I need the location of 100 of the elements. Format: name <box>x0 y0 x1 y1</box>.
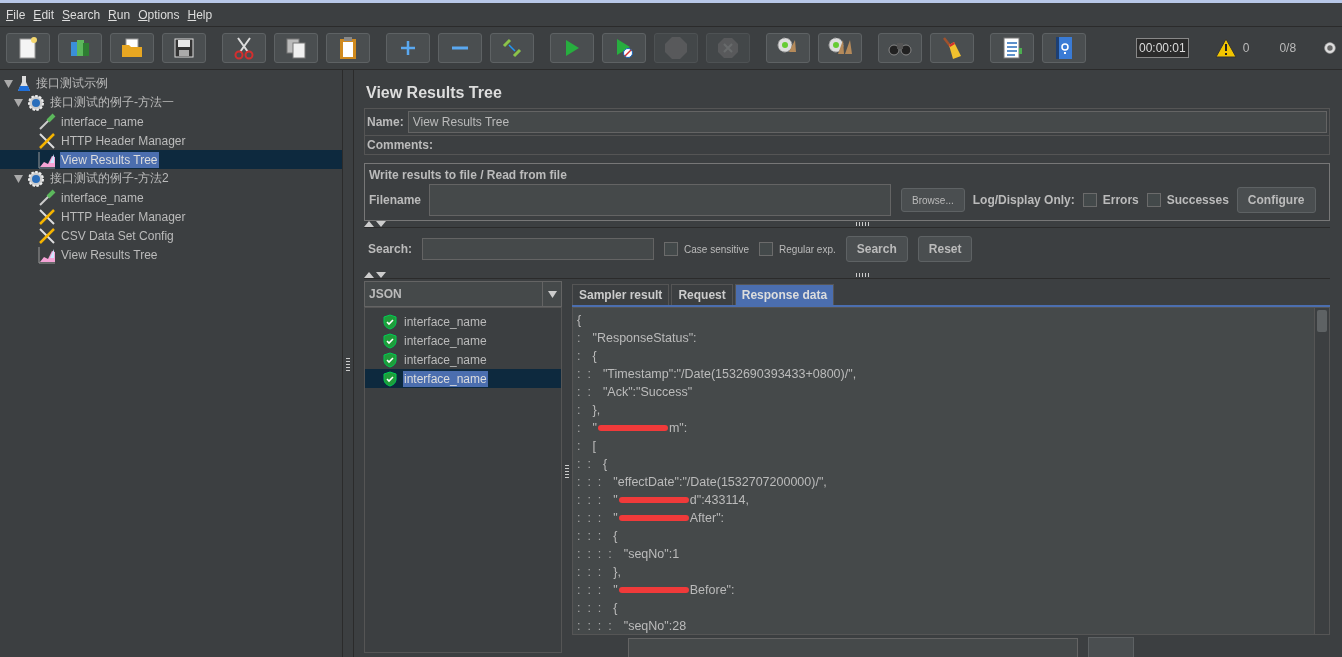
toolbar-button[interactable] <box>110 33 154 63</box>
filename-field[interactable] <box>429 184 892 216</box>
play-icon <box>563 38 581 58</box>
scrollbar-thumb[interactable] <box>1317 310 1327 332</box>
tree-item[interactable]: CSV Data Set Config <box>0 226 342 245</box>
collapse-icon[interactable] <box>4 79 13 88</box>
browse-button[interactable]: Browse... <box>901 188 965 212</box>
shield-check-icon <box>383 332 397 349</box>
tree-item[interactable]: HTTP Header Manager <box>0 207 342 226</box>
chart-icon <box>38 150 56 169</box>
minus-icon <box>452 46 468 50</box>
checkbox-label: Successes <box>1166 193 1229 207</box>
indent-guides: : <box>577 421 581 435</box>
splitter-grip[interactable] <box>856 222 870 226</box>
result-item[interactable]: interface_name <box>365 350 561 369</box>
checkbox[interactable] <box>1082 193 1097 207</box>
code-text: " <box>613 583 618 597</box>
collapse-icon[interactable] <box>14 98 23 107</box>
configure-button[interactable]: Configure <box>1236 187 1316 213</box>
result-item[interactable]: interface_name <box>365 331 561 350</box>
collapse-arrows-icon[interactable] <box>364 221 386 227</box>
pipette-icon <box>38 188 56 207</box>
clipboard-icon <box>337 36 359 60</box>
tab[interactable]: Request <box>671 284 733 305</box>
collapse-arrows-icon[interactable] <box>364 272 386 278</box>
tree-item[interactable]: HTTP Header Manager <box>0 131 342 150</box>
result-item[interactable]: interface_name <box>365 312 561 331</box>
renderer-dropdown[interactable]: JSON <box>364 281 562 307</box>
redaction-mark <box>597 425 668 431</box>
indent-guides: : <box>577 349 581 363</box>
name-field[interactable]: View Results Tree <box>407 111 1327 133</box>
copy-icon <box>285 37 307 59</box>
gear-icon <box>27 169 45 188</box>
indent-guides: : : <box>577 367 591 381</box>
flask-icon <box>17 74 31 93</box>
splitter-grip[interactable] <box>856 273 870 277</box>
menu-item[interactable]: Options <box>136 7 186 22</box>
toolbar-button[interactable] <box>6 33 50 63</box>
menu-item[interactable]: Search <box>60 7 107 22</box>
tab[interactable]: Response data <box>734 284 835 305</box>
checkbox[interactable] <box>759 242 774 256</box>
tools-icon <box>38 131 56 150</box>
checkbox[interactable] <box>1146 193 1161 207</box>
tree-item[interactable]: 接口测试的例子-方法一 <box>0 93 342 112</box>
splitter-grip[interactable] <box>565 464 569 478</box>
redaction-mark <box>618 587 689 593</box>
tree-item[interactable]: 接口测试的例子-方法2 <box>0 169 342 188</box>
indent-guides: : : : <box>577 601 602 615</box>
menu-item[interactable]: File <box>4 7 32 22</box>
indent-guides: : : : : <box>577 619 612 633</box>
code-text: [ <box>592 439 596 453</box>
tree-item[interactable]: interface_name <box>0 188 342 207</box>
toolbar-button[interactable] <box>326 33 370 63</box>
redaction-mark <box>618 515 689 521</box>
folder-icon <box>120 38 144 58</box>
input-field[interactable] <box>628 638 1078 657</box>
checkbox[interactable] <box>664 242 679 256</box>
play-icon <box>614 37 634 59</box>
reset-button[interactable]: Reset <box>917 236 973 262</box>
indent-guides: : <box>577 403 581 417</box>
tree-item[interactable]: View Results Tree <box>0 150 342 169</box>
toolbar-button[interactable] <box>930 33 974 63</box>
code-text: m": <box>668 421 688 435</box>
toolbar-button[interactable] <box>602 33 646 63</box>
filename-label: Filename <box>369 193 422 207</box>
result-item[interactable]: interface_name <box>365 369 561 388</box>
tree-item[interactable]: 接口测试示例 <box>0 74 342 93</box>
code-text: "seqNo":28 <box>623 619 687 633</box>
menu-item[interactable]: Run <box>106 7 137 22</box>
document-icon <box>18 37 38 59</box>
shield-check-icon <box>383 351 397 368</box>
plus-icon <box>399 39 417 57</box>
search-field[interactable] <box>422 238 655 260</box>
tree-item[interactable]: interface_name <box>0 112 342 131</box>
code-text: "Ack":"Success" <box>602 385 693 399</box>
splitter-grip[interactable] <box>346 356 350 371</box>
log-display-label: Log/Display Only: <box>972 193 1075 207</box>
scissors-icon <box>233 36 255 60</box>
toolbar-button[interactable] <box>766 33 810 63</box>
tab[interactable]: Sampler result <box>572 284 670 305</box>
code-text: "Timestamp":"/Date(1532690393433+0800)/", <box>602 367 857 381</box>
toolbar-button[interactable] <box>818 33 862 63</box>
indent-guides: : : : <box>577 583 602 597</box>
code-text: { <box>577 313 582 327</box>
panel-title: View Results Tree <box>365 83 503 103</box>
code-text: After": <box>689 511 725 525</box>
toolbar-button[interactable] <box>222 33 266 63</box>
shield-check-icon <box>383 313 397 330</box>
collapse-icon[interactable] <box>14 174 23 183</box>
toolbar-button[interactable] <box>990 33 1034 63</box>
toolbar-button[interactable] <box>1042 33 1086 63</box>
menu-item[interactable]: Help <box>185 7 219 22</box>
search-button[interactable]: Search <box>845 236 908 262</box>
toolbar-button[interactable] <box>162 33 206 63</box>
code-text: { <box>592 349 597 363</box>
indent-guides: : : : : <box>577 547 612 561</box>
tree-item[interactable]: View Results Tree <box>0 245 342 264</box>
warning-icon <box>1214 38 1237 58</box>
menu-item[interactable]: Edit <box>31 7 61 22</box>
toolbar-button[interactable] <box>274 33 318 63</box>
